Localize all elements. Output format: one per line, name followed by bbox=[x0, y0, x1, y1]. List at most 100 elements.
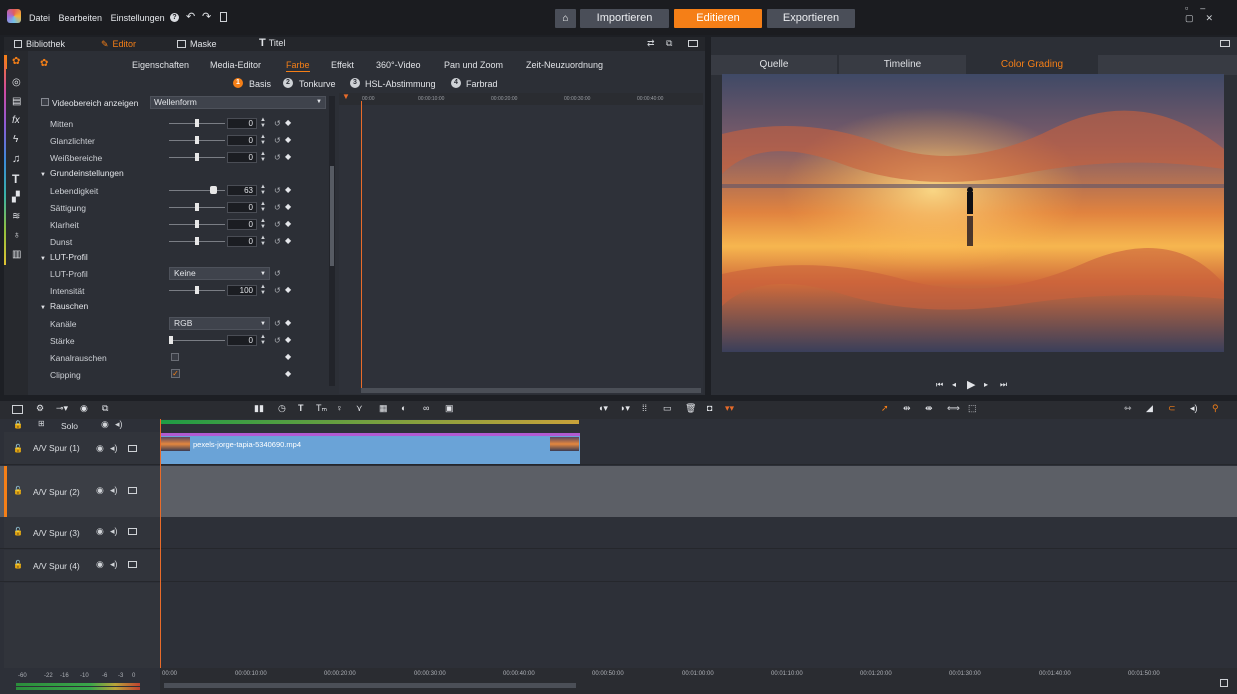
detach-icon[interactable]: ⇄ bbox=[647, 39, 655, 48]
speaker-icon[interactable]: ◂) bbox=[110, 444, 118, 453]
play-icon[interactable]: ▶ bbox=[967, 380, 975, 391]
param-slider[interactable] bbox=[169, 220, 225, 228]
lock-icon[interactable]: 🔓 bbox=[13, 528, 23, 536]
section-grundeinstellungen[interactable]: ▼ Grundeinstellungen bbox=[40, 168, 124, 178]
trim-icon[interactable]: ⁞⁞ bbox=[642, 404, 647, 413]
monitor-icon[interactable] bbox=[128, 561, 137, 568]
edit-button[interactable]: Editieren bbox=[674, 9, 762, 28]
spinner-icon[interactable]: ▲ ▼ bbox=[260, 218, 266, 230]
speaker-icon[interactable]: ◂) bbox=[110, 527, 118, 536]
marker-color-icon[interactable]: ▾▾ bbox=[725, 404, 734, 413]
title-tool-icon[interactable]: T bbox=[298, 404, 304, 413]
tab-color-grading[interactable]: Color Grading bbox=[968, 55, 1096, 75]
spinner-icon[interactable]: ▲ ▼ bbox=[260, 134, 266, 146]
speaker-icon[interactable]: ◂) bbox=[110, 486, 118, 495]
param-value[interactable]: 0 bbox=[227, 219, 257, 230]
slider-knob[interactable] bbox=[169, 336, 173, 344]
slip-icon[interactable]: ⇼ bbox=[925, 404, 933, 413]
param-value[interactable]: 0 bbox=[227, 335, 257, 346]
skip-end-icon[interactable]: ⏭ bbox=[1000, 381, 1007, 389]
montage-icon[interactable]: ▥ bbox=[12, 250, 21, 260]
keyframe-icon[interactable]: ◆ bbox=[285, 369, 291, 378]
menu-settings[interactable]: Einstellungen bbox=[111, 13, 165, 23]
music-icon[interactable]: ♫ bbox=[12, 154, 20, 165]
undo-icon[interactable]: ↶ bbox=[186, 12, 195, 23]
slider-knob[interactable] bbox=[195, 119, 199, 127]
float-icon[interactable]: ⧉ bbox=[666, 39, 672, 48]
timeline-scrollbar[interactable] bbox=[164, 683, 576, 688]
video-clip[interactable]: pexels-jorge-tapia-5340690.mp4 bbox=[160, 433, 580, 464]
subtab-360-video[interactable]: 360°-Video bbox=[376, 60, 420, 70]
speed-icon[interactable]: ◷ bbox=[278, 404, 286, 413]
multicam-icon[interactable]: ▦ bbox=[379, 404, 388, 413]
subtitle-tool-icon[interactable]: Tₘ bbox=[316, 404, 327, 413]
lock-icon[interactable]: 🔓 bbox=[13, 561, 23, 569]
subtab-properties[interactable]: Eigenschaften bbox=[132, 60, 189, 70]
scrub-audio-icon[interactable]: ◂) bbox=[1190, 404, 1198, 413]
eye-icon[interactable]: ◉ bbox=[96, 527, 104, 536]
eye-icon[interactable]: ◉ bbox=[96, 560, 104, 569]
param-slider[interactable] bbox=[169, 186, 225, 194]
subtab-effect[interactable]: Effekt bbox=[331, 60, 354, 70]
spinner-icon[interactable]: ▲ ▼ bbox=[260, 151, 266, 163]
keyframe-icon[interactable]: ◆ bbox=[285, 135, 291, 144]
zoom-icon[interactable] bbox=[1220, 679, 1228, 687]
reset-icon[interactable]: ↺ bbox=[274, 136, 281, 145]
fx-icon[interactable]: fx bbox=[12, 116, 20, 126]
transition-tool-icon[interactable]: ⋎ bbox=[356, 404, 363, 413]
stopmotion-icon[interactable]: ♁ bbox=[13, 231, 21, 241]
home-button[interactable]: ⌂ bbox=[555, 9, 576, 28]
menu-edit[interactable]: Bearbeiten bbox=[59, 13, 103, 23]
track-name[interactable]: A/V Spur (3) bbox=[33, 528, 80, 538]
param-slider[interactable] bbox=[169, 237, 225, 245]
reset-icon[interactable]: ↺ bbox=[274, 119, 281, 128]
slider-knob[interactable] bbox=[195, 237, 199, 245]
tab-timeline[interactable]: Timeline bbox=[839, 55, 966, 75]
audio-mixer-icon[interactable]: ⊸▾ bbox=[56, 404, 68, 413]
param-slider[interactable] bbox=[169, 336, 225, 344]
param-value[interactable]: 0 bbox=[227, 118, 257, 129]
clipping-checkbox[interactable]: ✓ bbox=[171, 369, 180, 378]
color-icon[interactable]: ✿ bbox=[12, 57, 20, 67]
tab-editor[interactable]: ✎ Editor bbox=[101, 39, 136, 49]
voiceover-icon[interactable]: ♀ bbox=[336, 404, 343, 413]
lock-icon[interactable]: 🔓 bbox=[13, 445, 23, 453]
color-tab-farbrad[interactable]: Farbrad bbox=[466, 79, 498, 89]
keyframe-icon[interactable]: ◆ bbox=[285, 202, 291, 211]
reset-icon[interactable]: ↺ bbox=[274, 203, 281, 212]
eye-icon[interactable]: ◉ bbox=[96, 444, 104, 453]
delete-icon[interactable]: 🗑 bbox=[685, 404, 696, 413]
overlay-icon[interactable]: ▞ bbox=[12, 193, 20, 203]
eye-icon[interactable]: ◉ bbox=[101, 420, 109, 429]
tab-mask[interactable]: Maske bbox=[177, 39, 217, 49]
reset-icon[interactable]: ↺ bbox=[274, 319, 281, 328]
channels-dropdown[interactable]: RGB ▼ bbox=[169, 317, 270, 330]
magnet-icon[interactable]: ⚲ bbox=[1212, 404, 1219, 413]
keyframe-icon[interactable]: ◆ bbox=[285, 185, 291, 194]
keyframe-icon[interactable]: ◆ bbox=[285, 335, 291, 344]
slider-knob[interactable] bbox=[195, 203, 199, 211]
param-slider[interactable] bbox=[169, 203, 225, 211]
settings-icon[interactable]: ⚙ bbox=[36, 404, 44, 413]
slider-knob[interactable] bbox=[195, 286, 199, 294]
pointer-icon[interactable]: ➚ bbox=[881, 404, 889, 413]
fit-icon[interactable]: ⇿ bbox=[1124, 404, 1132, 413]
color-tab-tonkurve[interactable]: Tonkurve bbox=[299, 79, 336, 89]
transition-icon[interactable]: ϟ bbox=[13, 135, 18, 145]
param-value[interactable]: 0 bbox=[227, 236, 257, 247]
redo-icon[interactable]: ↷ bbox=[202, 12, 211, 23]
param-value[interactable]: 0 bbox=[227, 152, 257, 163]
marker-icon[interactable]: ◖▾ bbox=[598, 404, 608, 413]
keyframe-icon[interactable]: ◆ bbox=[285, 318, 291, 327]
param-slider[interactable] bbox=[169, 119, 225, 127]
help-icon[interactable]: ? bbox=[170, 13, 179, 22]
reset-icon[interactable]: ↺ bbox=[274, 186, 281, 195]
audio-wave-icon[interactable]: ▮▮ bbox=[254, 404, 264, 413]
color-tab-hsl[interactable]: HSL-Abstimmung bbox=[365, 79, 436, 89]
layout-toggle-icon[interactable] bbox=[1220, 40, 1230, 47]
stretch-icon[interactable]: ⬚ bbox=[968, 404, 977, 413]
reset-icon[interactable]: ↺ bbox=[274, 237, 281, 246]
monitor-icon[interactable] bbox=[128, 487, 137, 494]
params-scrollbar[interactable] bbox=[329, 96, 335, 386]
step-back-icon[interactable]: ◂ bbox=[952, 381, 956, 389]
